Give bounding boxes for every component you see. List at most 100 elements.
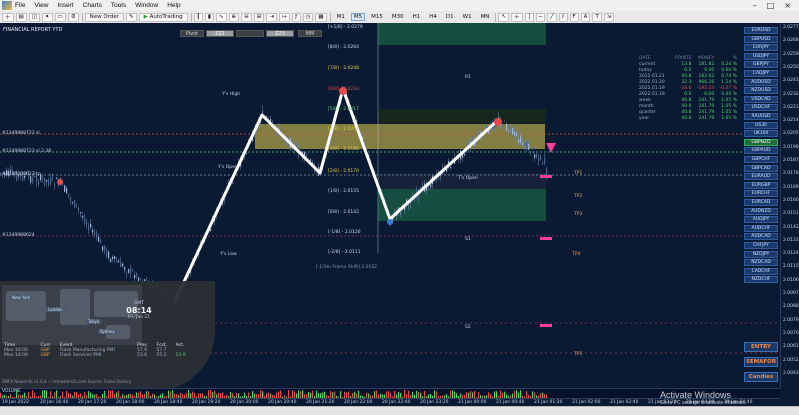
cursor-icon[interactable]: ↖ [498,12,510,22]
timeframe-mn[interactable]: MN [478,13,493,21]
candle-body [90,223,92,228]
menu-view[interactable]: View [34,2,48,9]
tp-marker-1 [540,175,552,178]
symbol-button-gbpchf[interactable]: GBPCHF [744,156,778,163]
chart-shift-icon[interactable]: ↦ [278,12,290,22]
symbol-button-gbpnzd[interactable]: GBPNZD [744,138,778,146]
candles-button[interactable]: Candles [744,372,778,382]
navigator-icon[interactable]: ✦ [41,12,53,22]
price-tick: 2.01510 [783,211,799,217]
symbol-button-usdjpy[interactable]: USDJPY [744,52,778,60]
menu-insert[interactable]: Insert [57,2,73,9]
symbol-button-xauusd[interactable]: XAUUSD [744,113,778,120]
candle-body [532,147,534,149]
candle-body [46,180,48,182]
symbol-button-usdchf[interactable]: USDCHF [744,104,778,112]
blank-header-button[interactable] [236,30,264,37]
periods-clock-icon[interactable]: ◷ [302,12,314,22]
time-tick: 21 Jan 02:00 [572,400,601,405]
label-tool-icon[interactable]: T [592,12,602,22]
tile-windows-icon[interactable]: ⊞ [253,12,265,22]
line-chart-icon[interactable]: ∿ [215,12,227,22]
symbol-button-uk100[interactable]: UK100 [744,130,778,138]
symbol-button-eurjpy[interactable]: EURJPY [744,44,778,52]
timeframe-m15[interactable]: M15 [368,13,386,21]
candle-body [106,250,108,257]
symbol-button-usdcad[interactable]: USDCAD [744,95,778,103]
candle-body [310,159,312,161]
z21-button[interactable]: Z21 [206,30,234,37]
candle-body [440,175,442,177]
channel-icon[interactable]: ⫽ [558,12,568,22]
symbol-button-gbpaud[interactable]: GBPAUD [744,147,778,155]
semafor-button[interactable]: SEMAFOR [744,357,778,367]
autotrading-button[interactable]: ▶ AutoTrading [138,12,188,22]
timeframe-d1[interactable]: D1 [443,13,457,21]
menu-charts[interactable]: Charts [83,2,102,9]
symbol-button-cadjpy[interactable]: CADJPY [744,70,778,77]
menu-window[interactable]: Window [135,2,158,9]
close-button[interactable]: × [784,1,791,10]
arrows-tool-icon[interactable]: ⇲ [603,12,615,22]
crosshair-icon[interactable]: ＋ [511,12,523,22]
symbol-button-eurgbp[interactable]: EURGBP [744,181,778,189]
zoom-out-icon[interactable]: ⊖ [241,12,252,22]
chart-canvas[interactable]: FINANCIAL REPORT YTD Pivot Z21 Z23 MM [+… [0,23,780,388]
symbol-button-gbpcad[interactable]: GBPCAD [744,164,778,172]
metaeditor-icon[interactable]: ✎ [126,12,137,22]
timeframe-m5[interactable]: M5 [350,13,366,21]
trendline-icon[interactable]: ╱ [547,12,557,22]
horizontal-line-icon[interactable]: ─ [535,12,546,22]
timeframe-m1[interactable]: M1 [334,13,348,21]
menu-help[interactable]: Help [167,2,180,9]
news-table: Time Curr. Event Prev. Fcst. Act. Mon 10… [2,343,192,358]
symbol-button-eurcad[interactable]: EURCAD [744,199,778,206]
menu-tools[interactable]: Tools [111,2,126,9]
templates-icon[interactable]: ▦ [315,12,327,22]
timeframe-h4[interactable]: H4 [426,13,440,21]
bar-chart-icon[interactable]: ┃ [193,12,203,22]
symbol-button-gbpjpy[interactable]: GBPJPY [744,61,778,69]
new-chart-icon[interactable]: ＋ [2,12,14,22]
maximize-button[interactable]: □ [767,1,775,10]
new-order-button[interactable]: New Order [84,12,125,22]
pivot-button[interactable]: Pivot [180,30,204,37]
fibonacci-icon[interactable]: F [569,12,579,22]
symbol-button-nzdjpy[interactable]: NZDJPY [744,250,778,258]
symbol-button-audusd[interactable]: AUDUSD [744,78,778,86]
symbol-button-nzdchf[interactable]: NZDCHF [744,276,778,284]
autoscroll-icon[interactable]: ⇥ [266,12,277,22]
symbol-button-audjpy[interactable]: AUDJPY [744,216,778,224]
symbol-button-euraud[interactable]: EURAUD [744,173,778,181]
candle-chart-icon[interactable]: ▮ [204,12,214,22]
symbol-button-cadchf[interactable]: CADCHF [744,267,778,275]
timeframe-h1[interactable]: H1 [410,13,424,21]
symbol-button-audchf[interactable]: AUDCHF [744,224,778,232]
symbol-button-eurchf[interactable]: EURCHF [744,190,778,198]
terminal-icon[interactable]: ▭ [54,12,66,22]
symbol-button-nzdcad[interactable]: NZDCAD [744,259,778,267]
symbol-button-gbpusd[interactable]: GBPUSD [744,35,778,43]
symbol-button-eurusd[interactable]: EURUSD [744,27,778,34]
market-watch-icon[interactable]: ◫ [28,12,40,22]
profiles-icon[interactable]: ▤ [15,12,27,22]
price-axis[interactable]: 2.02770 2.02680 2.02590 2.02500 2.02410 2.023… [780,23,799,388]
timeframe-w1[interactable]: W1 [460,13,475,21]
strategy-tester-icon[interactable]: ⚙ [67,12,79,22]
text-tool-icon[interactable]: A [580,12,591,22]
timeframe-m30[interactable]: M30 [389,13,407,21]
entry-button[interactable]: ENTRY [744,342,778,352]
vertical-line-icon[interactable]: │ [524,12,534,22]
symbol-button-audcad[interactable]: AUDCAD [744,233,778,241]
menu-file[interactable]: File [15,2,25,9]
minimize-button[interactable]: – [753,1,757,10]
mm-button[interactable]: MM [298,30,322,37]
symbol-button-nzdusd[interactable]: NZDUSD [744,87,778,95]
candle-body [120,260,122,267]
z23-button[interactable]: Z23 [266,30,294,37]
symbol-button-us30[interactable]: US30 [744,121,778,129]
symbol-button-chfjpy[interactable]: CHFJPY [744,242,778,249]
symbol-button-audnzd[interactable]: AUDNZD [744,207,778,215]
zoom-in-icon[interactable]: ⊕ [228,12,240,22]
indicators-icon[interactable]: ƒ [291,12,301,22]
